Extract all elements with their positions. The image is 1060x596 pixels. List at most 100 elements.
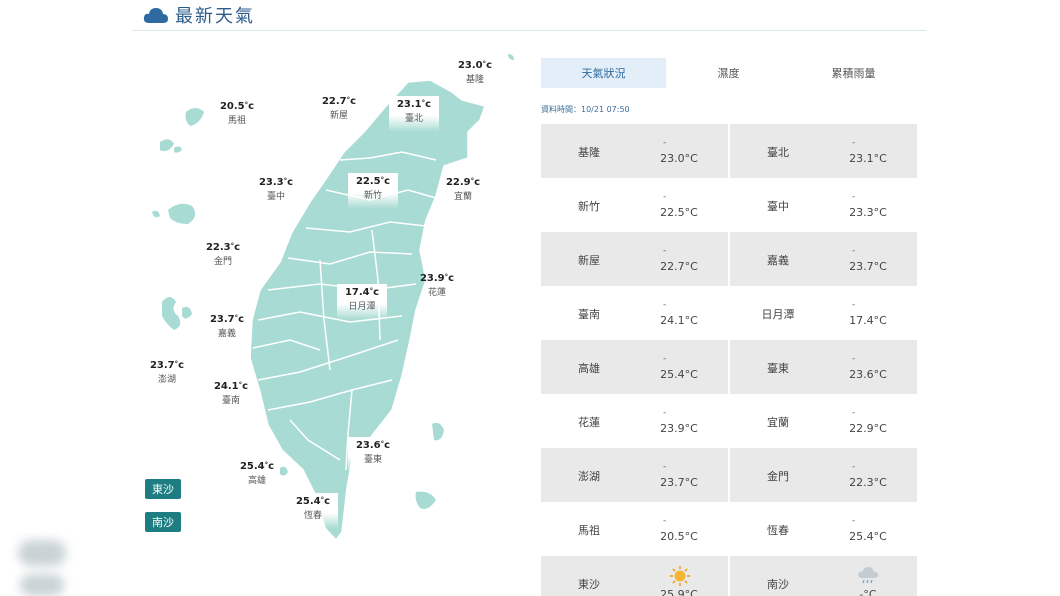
station-temp: 22.7°C <box>660 260 698 273</box>
city-temp: 17.4°c <box>344 287 380 298</box>
station-temp: 25.4°C <box>849 530 887 543</box>
station-cell[interactable]: 高雄 - 25.4°C <box>541 340 728 394</box>
station-name: 嘉義 <box>767 254 789 267</box>
station-cell[interactable]: 宜蘭 - 22.9°C <box>730 394 917 448</box>
city-temp: 23.7°c <box>149 360 185 371</box>
condition-placeholder: - <box>663 408 667 418</box>
city-name: 臺中 <box>266 192 285 202</box>
map-city-yilan[interactable]: 22.9°c 宜蘭 <box>435 177 491 202</box>
station-name: 新竹 <box>578 200 600 213</box>
map-city-taichung[interactable]: 23.3°c 臺中 <box>248 177 304 202</box>
city-temp: 25.4°c <box>239 461 275 472</box>
map-city-tainan[interactable]: 24.1°c 臺南 <box>203 381 259 406</box>
station-cell[interactable]: 基隆 - 23.0°C <box>541 124 728 178</box>
city-name: 新竹 <box>363 191 382 201</box>
station-temp: 25.9°C <box>660 588 698 596</box>
station-cell[interactable]: 花蓮 - 23.9°C <box>541 394 728 448</box>
station-name: 臺中 <box>767 200 789 213</box>
station-cell[interactable]: 馬祖 - 20.5°C <box>541 502 728 556</box>
city-temp: 23.6°c <box>355 440 391 451</box>
cloud-icon <box>143 8 168 23</box>
station-cell[interactable]: 臺南 - 24.1°C <box>541 286 728 340</box>
station-temp: 20.5°C <box>660 530 698 543</box>
station-name: 花蓮 <box>578 416 600 429</box>
condition-placeholder: - <box>852 246 856 256</box>
map-city-kaohsiung[interactable]: 25.4°c 高雄 <box>229 461 285 486</box>
map-city-kinmen[interactable]: 22.3°c 金門 <box>195 242 251 267</box>
condition-placeholder: - <box>852 462 856 472</box>
station-cell[interactable]: 新屋 - 22.7°C <box>541 232 728 286</box>
station-name: 馬祖 <box>578 524 600 537</box>
page-title: 最新天氣 <box>175 6 255 27</box>
condition-placeholder: - <box>852 192 856 202</box>
station-name: 南沙 <box>767 578 789 591</box>
city-name: 嘉義 <box>217 329 236 339</box>
city-temp: 22.3°c <box>205 242 241 253</box>
table-row: 新屋 - 22.7°C 嘉義 - 23.7°C <box>541 232 917 286</box>
station-temp: -°C <box>859 588 877 596</box>
station-cell[interactable]: 嘉義 - 23.7°C <box>730 232 917 286</box>
weather-table: 基隆 -23.0°C 臺北 -23.1°C 新竹 -22.5°C 臺中 -23.3°C … <box>541 124 917 596</box>
dongsha-button[interactable]: 東沙 <box>145 479 181 499</box>
station-cell[interactable]: 臺中 - 23.3°C <box>730 178 917 232</box>
map-city-sun-moon-lake[interactable]: 17.4°c 日月潭 <box>337 284 387 320</box>
map-city-matsu[interactable]: 20.5°c 馬祖 <box>209 101 265 126</box>
tab-accumulated-rainfall[interactable]: 累積雨量 <box>791 58 916 88</box>
station-temp: 23.7°C <box>849 260 887 273</box>
station-name: 宜蘭 <box>767 416 789 429</box>
city-name: 花蓮 <box>427 288 446 298</box>
blurred-thumbnail <box>18 540 68 596</box>
map-city-chiayi[interactable]: 23.7°c 嘉義 <box>199 314 255 339</box>
station-cell[interactable]: 臺北 - 23.1°C <box>730 124 917 178</box>
city-name: 金門 <box>213 257 232 267</box>
city-temp: 23.0°c <box>457 60 493 71</box>
map-city-penghu[interactable]: 23.7°c 澎湖 <box>139 360 195 385</box>
table-row: 臺南 - 24.1°C 日月潭 - 17.4°C <box>541 286 917 340</box>
station-cell[interactable]: 日月潭 - 17.4°C <box>730 286 917 340</box>
map-city-taipei[interactable]: 23.1°c 臺北 <box>389 96 439 132</box>
map-city-keelung[interactable]: 23.0°c 基隆 <box>447 60 503 85</box>
condition-placeholder: - <box>663 516 667 526</box>
station-name: 高雄 <box>578 362 600 375</box>
city-temp: 22.7°c <box>321 96 357 107</box>
condition-placeholder: - <box>663 246 667 256</box>
taiwan-weather-map: 23.0°c 基隆 20.5°c 馬祖 22.7°c 新屋 23.1°c 臺北 … <box>140 40 530 596</box>
station-cell[interactable]: 南沙 -°C <box>730 556 917 596</box>
table-row: 東沙 25.9°C 南沙 -°C <box>541 556 917 596</box>
condition-placeholder: - <box>852 408 856 418</box>
station-temp: 23.0°C <box>660 152 698 165</box>
map-city-hsinchu[interactable]: 22.5°c 新竹 <box>348 173 398 209</box>
map-city-xinwu[interactable]: 22.7°c 新屋 <box>311 96 367 121</box>
condition-placeholder: - <box>852 516 856 526</box>
condition-placeholder: - <box>852 354 856 364</box>
station-cell[interactable]: 澎湖 - 23.7°C <box>541 448 728 502</box>
map-city-taitung[interactable]: 23.6°c 臺東 <box>348 437 398 473</box>
station-cell[interactable]: 金門 - 22.3°C <box>730 448 917 502</box>
condition-placeholder: - <box>663 300 667 310</box>
station-cell[interactable]: 新竹 - 22.5°C <box>541 178 728 232</box>
table-row: 馬祖 - 20.5°C 恆春 - 25.4°C <box>541 502 917 556</box>
city-name: 高雄 <box>247 476 266 486</box>
nansha-button[interactable]: 南沙 <box>145 512 181 532</box>
condition-placeholder: - <box>663 462 667 472</box>
table-row: 基隆 - 23.0°C 臺北 - 23.1°C <box>541 124 917 178</box>
city-name: 馬祖 <box>227 116 246 126</box>
city-name: 澎湖 <box>157 375 176 385</box>
city-name: 宜蘭 <box>453 192 472 202</box>
table-row: 花蓮 - 23.9°C 宜蘭 - 22.9°C <box>541 394 917 448</box>
station-cell[interactable]: 臺東 - 23.6°C <box>730 340 917 394</box>
header-divider <box>132 30 926 31</box>
city-name: 臺東 <box>363 455 382 465</box>
station-cell[interactable]: 恆春 - 25.4°C <box>730 502 917 556</box>
station-temp: 23.6°C <box>849 368 887 381</box>
station-name: 澎湖 <box>578 470 600 483</box>
station-cell[interactable]: 東沙 25.9°C <box>541 556 728 596</box>
map-city-hualien[interactable]: 23.9°c 花蓮 <box>409 273 465 298</box>
city-temp: 23.3°c <box>258 177 294 188</box>
map-city-hengchun[interactable]: 25.4°c 恆春 <box>288 493 338 529</box>
city-temp: 23.1°c <box>396 99 432 110</box>
city-temp: 23.9°c <box>419 273 455 284</box>
tab-humidity[interactable]: 濕度 <box>666 58 791 88</box>
tab-weather-condition[interactable]: 天氣狀況 <box>541 58 666 88</box>
condition-placeholder: - <box>852 138 856 148</box>
